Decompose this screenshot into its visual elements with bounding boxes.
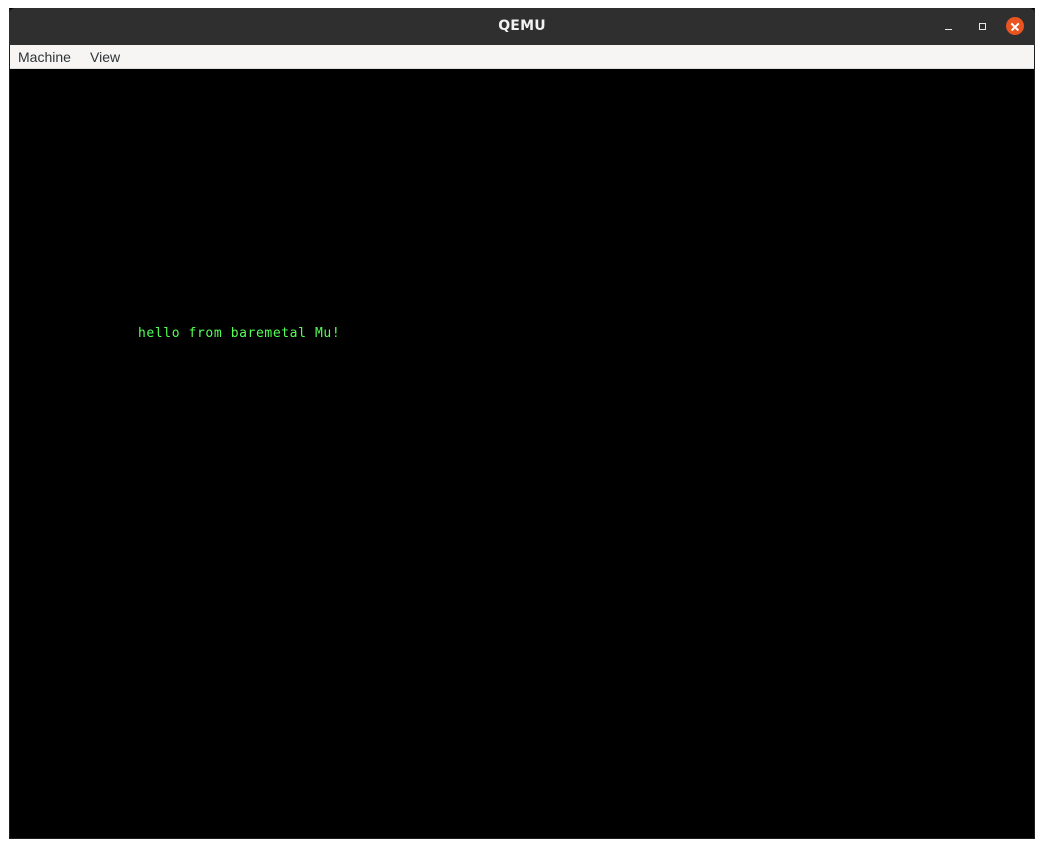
qemu-window: QEMU Machine View hello from baremetal M…: [9, 8, 1035, 839]
close-icon: [1006, 17, 1024, 35]
maximize-icon: [978, 22, 986, 30]
maximize-button[interactable]: [973, 17, 991, 35]
minimize-button[interactable]: [939, 17, 957, 35]
window-title: QEMU: [498, 18, 546, 34]
console-output-line: hello from baremetal Mu!: [138, 326, 341, 341]
menu-bar: Machine View: [10, 45, 1034, 69]
close-button[interactable]: [1006, 17, 1024, 35]
vm-display[interactable]: hello from baremetal Mu!: [10, 69, 1034, 838]
menu-view[interactable]: View: [90, 49, 120, 65]
menu-machine[interactable]: Machine: [18, 49, 71, 65]
minimize-icon: [944, 29, 952, 30]
title-bar[interactable]: QEMU: [9, 8, 1035, 45]
